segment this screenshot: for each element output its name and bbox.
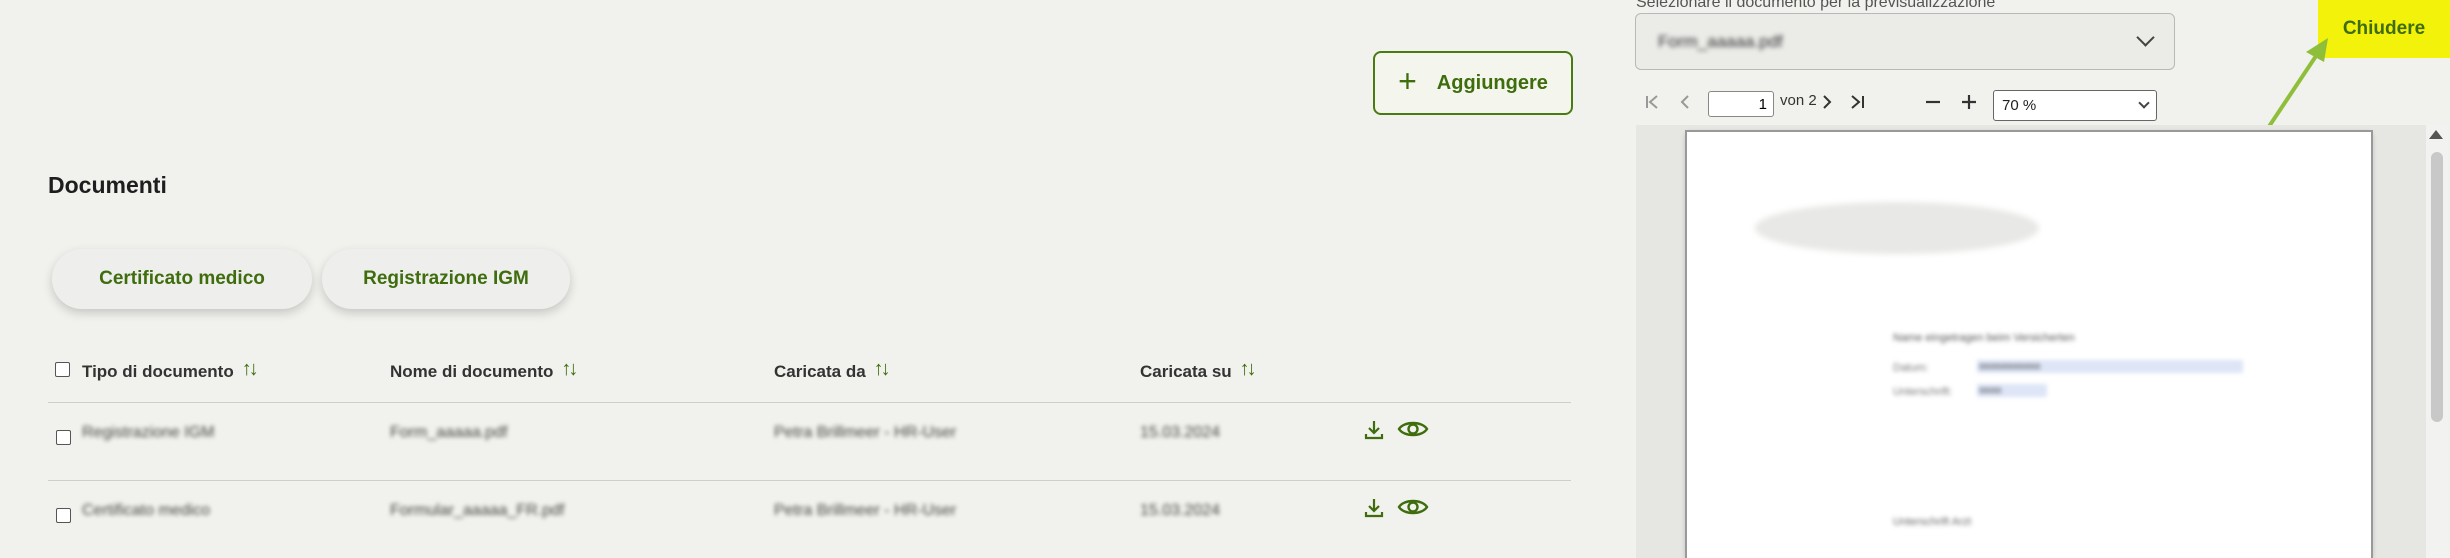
cell-name: Formular_aaaaa_FR.pdf [390, 502, 565, 519]
cell-type: Certificato medico [82, 502, 211, 519]
selected-document: Form_aaaaa.pdf [1658, 31, 1783, 51]
page-footer-text: Unterschrift Arzt [1893, 516, 1972, 528]
page-heading: Name eingetragen beim Versicherten [1893, 332, 2075, 344]
eye-icon[interactable] [1396, 492, 1430, 522]
page-field-label: Datum: [1893, 362, 1929, 374]
page-number-input[interactable] [1708, 91, 1774, 117]
row-checkbox[interactable] [56, 508, 71, 523]
column-header-name: Nome di documento ↑↓ [390, 358, 578, 382]
column-label-uploaded-by: Caricata da [774, 362, 866, 381]
sort-icon[interactable]: ↑↓ [242, 358, 259, 381]
column-label-name: Nome di documento [390, 362, 554, 381]
documents-pane: + Aggiungere Documenti Certificato medic… [0, 0, 1620, 558]
last-page-icon[interactable] [1846, 88, 1870, 116]
filter-chip-igm-registration[interactable]: Registrazione IGM [322, 249, 570, 309]
section-title: Documenti [48, 172, 167, 198]
cell-uploaded-on: 15.03.2024 [1140, 502, 1221, 519]
eye-icon[interactable] [1396, 414, 1430, 444]
download-icon[interactable] [1360, 494, 1388, 522]
column-label-type: Tipo di documento [82, 362, 234, 381]
page-field-value: aaaa [1979, 385, 2002, 396]
chevron-down-icon [2138, 97, 2150, 109]
first-page-icon[interactable] [1640, 88, 1664, 116]
zoom-select[interactable]: 70 % [1993, 90, 2157, 121]
sort-icon[interactable]: ↑↓ [1240, 358, 1257, 381]
scrollbar-thumb[interactable] [2431, 152, 2443, 422]
sort-icon[interactable]: ↑↓ [874, 358, 891, 381]
document-preview-select[interactable]: Form_aaaaa.pdf [1635, 13, 2175, 70]
select-all-checkbox[interactable] [55, 362, 70, 377]
add-button-label: Aggiungere [1436, 71, 1548, 94]
plus-icon: + [1398, 63, 1417, 99]
download-icon[interactable] [1360, 416, 1388, 444]
logo-placeholder [1755, 202, 2039, 254]
sort-icon[interactable]: ↑↓ [561, 358, 578, 381]
preview-select-label: Selezionare il documento per la previsua… [1636, 0, 1996, 11]
add-document-button[interactable]: + Aggiungere [1373, 51, 1573, 115]
prev-page-icon[interactable] [1673, 88, 1697, 116]
page-field-value: aaaaaaaaaaa [1979, 361, 2041, 372]
divider [48, 480, 1571, 481]
row-checkbox[interactable] [56, 430, 71, 445]
page-field-label: Unterschrift: [1893, 386, 1953, 398]
filter-chip-medical-certificate[interactable]: Certificato medico [52, 249, 312, 309]
cell-uploaded-by: Petra Brillmeer - HR-User [774, 502, 957, 519]
page-count-label: von 2 [1780, 92, 1817, 109]
cell-type: Registrazione IGM [82, 424, 215, 441]
column-header-uploaded-on: Caricata su ↑↓ [1140, 358, 1257, 382]
zoom-out-icon[interactable] [1921, 88, 1945, 116]
pdf-page: Name eingetragen beim Versicherten Datum… [1687, 132, 2371, 558]
cell-uploaded-by: Petra Brillmeer - HR-User [774, 424, 957, 441]
next-page-icon[interactable] [1815, 88, 1839, 116]
column-label-uploaded-on: Caricata su [1140, 362, 1232, 381]
cell-name: Form_aaaaa.pdf [390, 424, 508, 441]
cell-uploaded-on: 15.03.2024 [1140, 424, 1221, 441]
chevron-down-icon [2136, 28, 2155, 47]
column-header-uploaded-by: Caricata da ↑↓ [774, 358, 891, 382]
scroll-up-icon[interactable] [2429, 130, 2443, 139]
column-header-type: Tipo di documento ↑↓ [82, 358, 259, 382]
zoom-value: 70 % [2002, 97, 2037, 114]
divider [48, 402, 1571, 403]
zoom-in-icon[interactable] [1957, 88, 1981, 116]
